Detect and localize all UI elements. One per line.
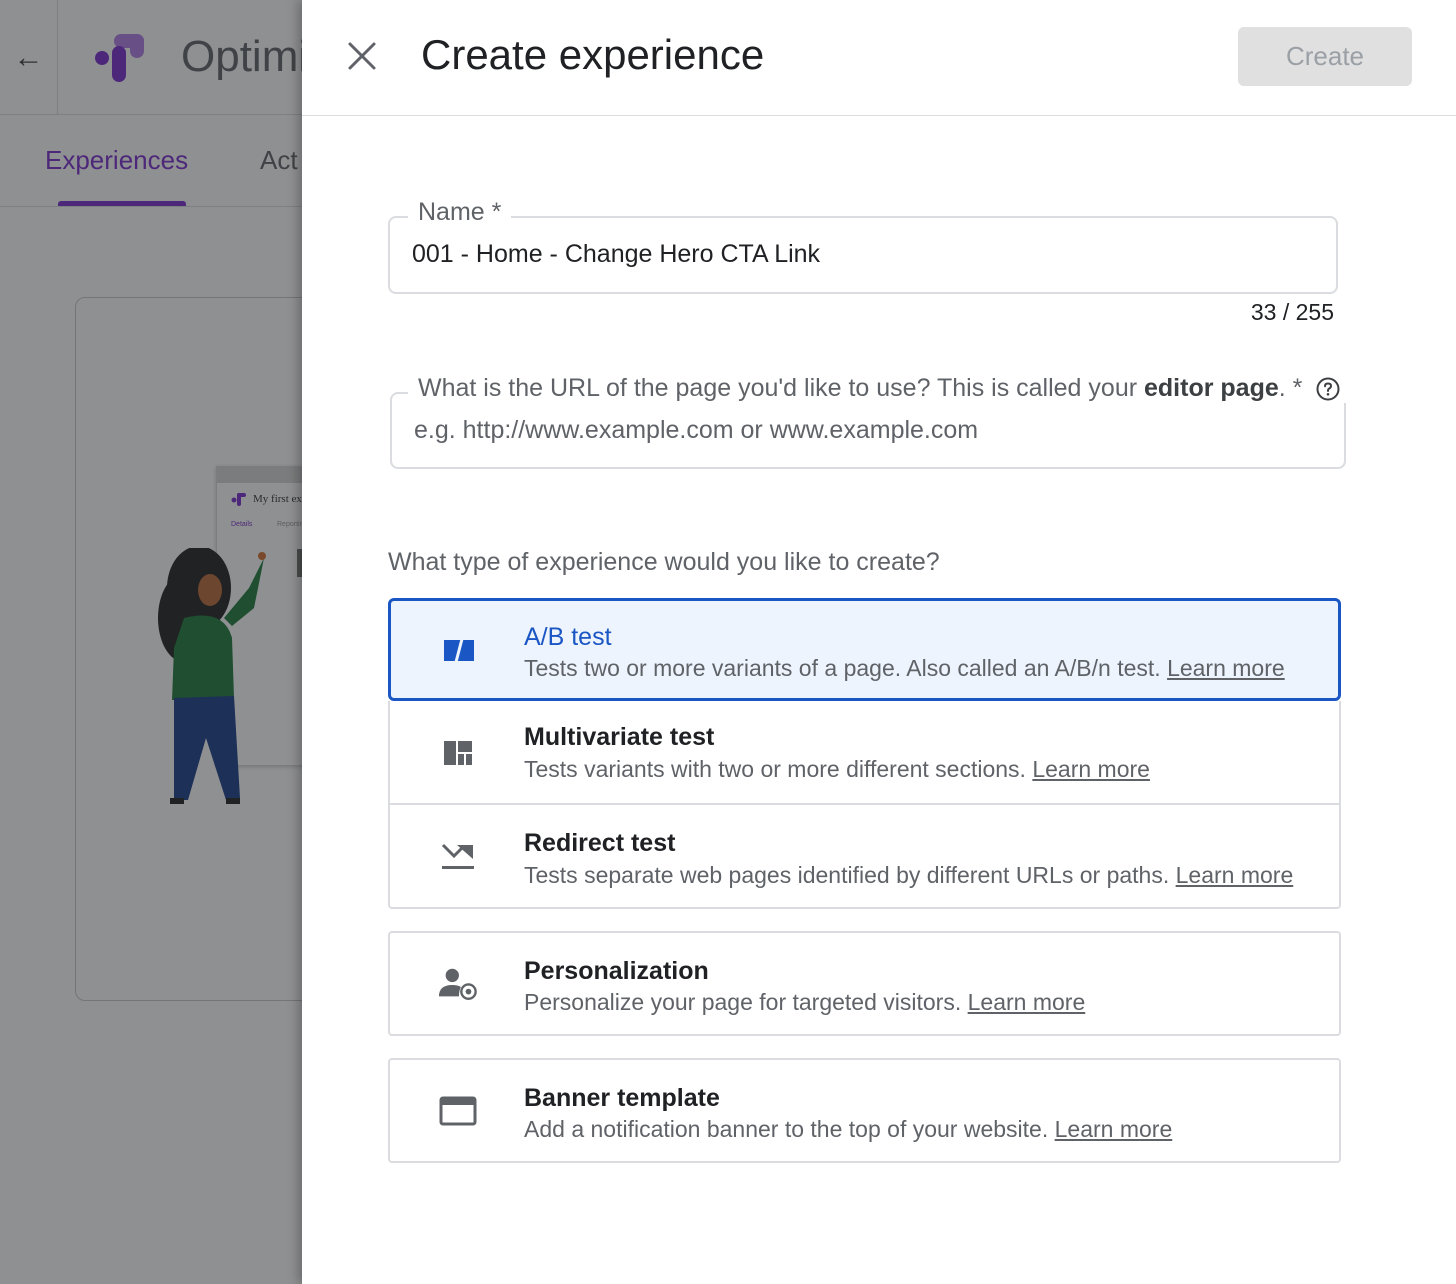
option-personalization[interactable]: Personalization Personalize your page fo… xyxy=(388,931,1341,1036)
redirect-icon xyxy=(438,836,478,876)
learn-more-link[interactable]: Learn more xyxy=(1176,862,1294,888)
option-description: Tests two or more variants of a page. Al… xyxy=(524,655,1285,682)
editor-page-url-input[interactable] xyxy=(414,416,1324,445)
option-description-text: Tests separate web pages identified by d… xyxy=(524,862,1170,888)
name-field[interactable]: Name * xyxy=(388,198,1338,294)
learn-more-link[interactable]: Learn more xyxy=(1032,756,1150,782)
option-ab-test[interactable]: A/B test Tests two or more variants of a… xyxy=(388,598,1341,701)
option-banner-template[interactable]: Banner template Add a notification banne… xyxy=(388,1058,1341,1163)
panel-header: Create experience Create xyxy=(302,0,1456,116)
ab-test-icon xyxy=(439,630,479,670)
learn-more-link[interactable]: Learn more xyxy=(1055,1116,1173,1142)
create-experience-panel: Create experience Create Name * 33 / 255… xyxy=(302,0,1456,1284)
learn-more-link[interactable]: Learn more xyxy=(968,989,1086,1015)
option-description-text: Add a notification banner to the top of … xyxy=(524,1116,1049,1142)
panel-title: Create experience xyxy=(421,31,765,78)
help-icon[interactable] xyxy=(1316,377,1340,401)
close-icon xyxy=(348,42,376,70)
option-title: A/B test xyxy=(524,623,612,651)
option-title: Personalization xyxy=(524,957,709,985)
option-description: Personalize your page for targeted visit… xyxy=(524,989,1085,1016)
editor-page-url-label: What is the URL of the page you'd like t… xyxy=(408,374,1351,403)
option-description: Add a notification banner to the top of … xyxy=(524,1116,1172,1143)
close-button[interactable] xyxy=(338,32,386,80)
option-title: Redirect test xyxy=(524,829,676,857)
option-title: Banner template xyxy=(524,1084,720,1112)
name-character-counter: 33 / 255 xyxy=(1250,299,1334,325)
url-label-text: What is the URL of the page you'd like t… xyxy=(418,374,1144,402)
experience-type-question: What type of experience would you like t… xyxy=(388,548,940,576)
editor-page-url-field[interactable]: What is the URL of the page you'd like t… xyxy=(390,374,1351,469)
option-description: Tests separate web pages identified by d… xyxy=(524,862,1293,889)
option-description-text: Personalize your page for targeted visit… xyxy=(524,989,962,1015)
name-input[interactable] xyxy=(412,240,1312,269)
banner-icon xyxy=(438,1091,478,1131)
learn-more-link[interactable]: Learn more xyxy=(1167,655,1285,681)
option-title: Multivariate test xyxy=(524,723,715,751)
create-button[interactable]: Create xyxy=(1238,27,1412,86)
url-label-bold: editor page xyxy=(1144,374,1279,402)
personalization-icon xyxy=(438,964,478,1004)
option-redirect-test[interactable]: Redirect test Tests separate web pages i… xyxy=(388,803,1341,909)
multivariate-icon xyxy=(438,733,478,773)
url-label-suffix: . * xyxy=(1278,374,1303,402)
option-description-text: Tests variants with two or more differen… xyxy=(524,756,1026,782)
option-description-text: Tests two or more variants of a page. Al… xyxy=(524,655,1161,681)
option-multivariate-test[interactable]: Multivariate test Tests variants with tw… xyxy=(388,701,1341,804)
option-description: Tests variants with two or more differen… xyxy=(524,756,1150,783)
name-label: Name * xyxy=(408,198,512,227)
